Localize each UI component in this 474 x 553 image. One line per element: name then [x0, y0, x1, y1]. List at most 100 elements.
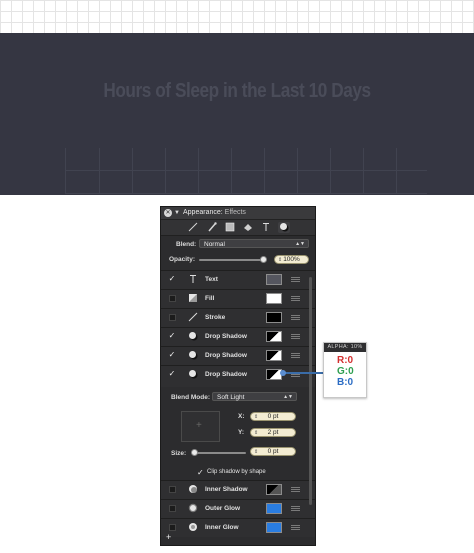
grid-line [363, 148, 364, 194]
callout-connector [283, 372, 323, 374]
grid-line [198, 148, 199, 194]
effect-row-fill[interactable]: Fill [161, 289, 315, 308]
shadow-offset-preview[interactable]: + [181, 411, 220, 442]
effect-label: Outer Glow [205, 505, 241, 512]
panel-title-sub: Effects [224, 209, 246, 216]
checkbox-empty[interactable] [169, 314, 176, 321]
checkbox-empty[interactable] [169, 524, 176, 531]
effect-row-inner-glow[interactable]: Inner Glow [161, 518, 315, 537]
green-value: G:0 [337, 366, 354, 377]
design-canvas[interactable]: Hours of Sleep in the Last 10 Days [0, 33, 474, 195]
color-swatch[interactable] [266, 293, 282, 304]
blend-select[interactable]: Normal ▲▼ [199, 239, 309, 248]
effect-label: Stroke [205, 314, 226, 321]
effect-row-text[interactable]: ✓ Text [161, 270, 315, 289]
chevron-updown-icon: ▲▼ [295, 241, 305, 247]
panel-title: Appearance: Effects [183, 208, 246, 218]
grid-line [65, 170, 427, 171]
color-swatch[interactable] [266, 274, 282, 285]
canvas-grid-background [0, 0, 474, 33]
x-label: X: [238, 413, 245, 420]
size-label: Size: [171, 450, 187, 457]
shadow-icon[interactable] [278, 222, 290, 233]
close-icon[interactable]: ✕ [164, 209, 172, 217]
opacity-slider-knob[interactable] [260, 256, 267, 263]
chart-grid [65, 148, 427, 194]
x-value: 0 pt [267, 413, 279, 420]
check-icon[interactable]: ✓ [168, 332, 176, 340]
eraser-icon[interactable] [242, 222, 254, 233]
grid-line [297, 148, 298, 194]
effect-label: Text [205, 276, 218, 283]
color-swatch[interactable] [266, 331, 282, 342]
stepper-arrows-icon: ⇕ [254, 414, 259, 420]
stroke-icon [187, 312, 199, 323]
inner-glow-icon [187, 522, 199, 533]
grid-line [65, 148, 66, 194]
checkbox-empty[interactable] [169, 486, 176, 493]
blend-mode-value: Soft Light [217, 394, 245, 401]
check-icon[interactable]: ✓ [168, 351, 176, 359]
grid-line [99, 148, 100, 194]
clip-shadow-checkbox[interactable]: ✓ [197, 468, 204, 477]
x-stepper[interactable]: ⇕ 0 pt [250, 412, 296, 421]
chart-title[interactable]: Hours of Sleep in the Last 10 Days [33, 80, 441, 103]
drag-handle-icon[interactable] [291, 277, 300, 282]
shadow-icon [187, 369, 199, 380]
collapse-triangle-icon[interactable]: ▼ [174, 208, 180, 218]
size-slider-knob[interactable] [191, 449, 198, 456]
drag-handle-icon[interactable] [291, 296, 300, 301]
outer-glow-icon [187, 503, 199, 514]
line-icon[interactable] [187, 222, 199, 233]
size-stepper[interactable]: ⇕ 0 pt [250, 447, 296, 456]
y-stepper[interactable]: ⇕ 2 pt [250, 428, 296, 437]
opacity-label: Opacity: [169, 256, 196, 263]
size-slider[interactable] [192, 452, 246, 454]
opacity-value: 100% [283, 256, 300, 263]
shadow-icon [187, 331, 199, 342]
add-effect-button[interactable]: + [166, 533, 171, 542]
effect-label: Drop Shadow [205, 333, 247, 340]
text-icon[interactable] [260, 222, 272, 233]
red-value: R:0 [337, 355, 354, 366]
drag-handle-icon[interactable] [291, 315, 300, 320]
y-label: Y: [238, 429, 245, 436]
blend-mode-select[interactable]: Soft Light ▲▼ [212, 392, 297, 401]
drag-handle-icon[interactable] [291, 353, 300, 358]
effect-label: Drop Shadow [205, 352, 247, 359]
grid-line [132, 148, 133, 194]
panel-scrollbar[interactable] [309, 277, 312, 505]
chevron-updown-icon: ▲▼ [283, 394, 293, 400]
y-value: 2 pt [267, 429, 279, 436]
effect-row-inner-shadow[interactable]: Inner Shadow [161, 480, 315, 499]
fill-icon [187, 293, 199, 304]
check-icon[interactable]: ✓ [168, 275, 176, 283]
opacity-slider[interactable] [199, 259, 263, 261]
checkbox-empty[interactable] [169, 505, 176, 512]
effect-row-drop-shadow-3[interactable]: ✓ Drop Shadow [161, 365, 315, 387]
stepper-arrows-icon: ⇕ [254, 430, 259, 436]
color-swatch[interactable] [266, 522, 282, 533]
color-swatch[interactable] [266, 350, 282, 361]
panel-titlebar[interactable]: ✕ ▼ Appearance: Effects [161, 207, 315, 220]
blend-mode-label: Blend Mode: [171, 394, 210, 401]
effect-row-outer-glow[interactable]: Outer Glow [161, 499, 315, 518]
drag-handle-icon[interactable] [291, 525, 300, 530]
drag-handle-icon[interactable] [291, 487, 300, 492]
checkbox-empty[interactable] [169, 295, 176, 302]
square-icon[interactable] [224, 222, 236, 233]
color-swatch[interactable] [266, 484, 282, 495]
grid-line [264, 148, 265, 194]
check-icon[interactable]: ✓ [168, 370, 176, 378]
effect-row-drop-shadow-2[interactable]: ✓ Drop Shadow [161, 346, 315, 365]
drag-handle-icon[interactable] [291, 506, 300, 511]
color-swatch[interactable] [266, 312, 282, 323]
callout-anchor-dot [280, 370, 286, 376]
effect-row-drop-shadow-1[interactable]: ✓ Drop Shadow [161, 327, 315, 346]
color-swatch[interactable] [266, 503, 282, 514]
drag-handle-icon[interactable] [291, 334, 300, 339]
brush-icon[interactable] [206, 222, 218, 233]
color-value-callout: ALPHA: 10% R:0 G:0 B:0 [323, 342, 367, 398]
effect-row-stroke[interactable]: Stroke [161, 308, 315, 327]
opacity-stepper[interactable]: ⇕ 100% [274, 255, 309, 264]
